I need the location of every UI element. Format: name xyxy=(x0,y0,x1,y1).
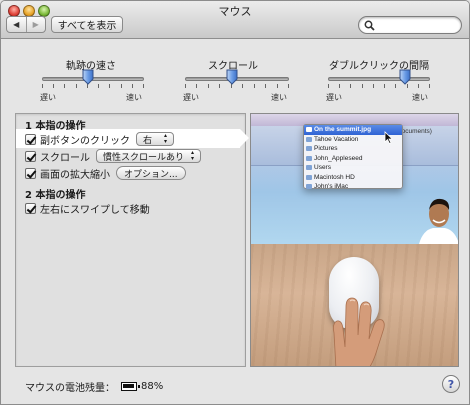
zoom-row: 画面の拡大縮小 オプション... xyxy=(25,165,186,181)
one-finger-heading: 1 本指の操作 xyxy=(25,121,86,132)
scroll-popup[interactable]: 慣性スクロールあり xyxy=(96,149,202,163)
folder-icon xyxy=(306,146,312,151)
zoom-checkbox[interactable] xyxy=(25,167,36,179)
path-menu-item-label: Tahoe Vacation xyxy=(314,135,359,143)
image-file-icon xyxy=(306,127,312,132)
two-finger-heading: 2 本指の操作 xyxy=(25,190,86,201)
nav-segment: ◀ ▶ xyxy=(6,16,46,33)
secondary-click-popup[interactable]: 右 xyxy=(136,132,174,146)
search-input[interactable] xyxy=(377,18,457,32)
secondary-click-label: 副ボタンのクリック xyxy=(40,135,130,147)
zoom-options-button[interactable]: オプション... xyxy=(116,166,186,180)
path-menu-item-label: Macintosh HD xyxy=(314,173,355,181)
path-menu-item-label: John's iMac xyxy=(314,183,349,191)
slider-min-label-1: 遅い xyxy=(40,93,56,102)
swipe-row: 左右にスワイプして移動 xyxy=(25,200,150,216)
folder-icon xyxy=(306,136,312,142)
path-menu-item: Macintosh HD xyxy=(304,173,402,183)
slider-max-label-1: 速い xyxy=(126,93,142,102)
preferences-window: マウス ◀ ▶ すべてを表示 軌跡の速さ 遅い 速い スクロール 遅い 速い ダブルクリック… xyxy=(0,0,470,405)
slider-min-label-3: 遅い xyxy=(326,93,342,102)
help-button[interactable]: ? xyxy=(442,375,460,393)
search-icon xyxy=(364,20,375,31)
secondary-click-row: 副ボタンのクリック 右 xyxy=(25,131,174,147)
home-icon xyxy=(306,155,312,161)
path-menu-item: John_Appleseed xyxy=(304,154,402,164)
scroll-row: スクロール 慣性スクロールあり xyxy=(25,148,202,164)
slider-min-label-2: 遅い xyxy=(183,93,199,102)
path-menu-item: Pictures xyxy=(304,144,402,154)
slider-label-3: ダブルクリックの間隔 xyxy=(329,61,429,72)
slider-thumb-2[interactable] xyxy=(226,69,238,85)
zoom-label: 画面の拡大縮小 xyxy=(40,169,110,181)
slider-max-label-2: 速い xyxy=(271,93,287,102)
slider-track-3[interactable] xyxy=(328,77,430,81)
preview-hand xyxy=(333,297,385,366)
search-field[interactable] xyxy=(358,16,462,34)
scroll-label: スクロール xyxy=(40,152,90,164)
slider-max-label-3: 速い xyxy=(412,93,428,102)
preview-behind-text: documents) xyxy=(398,128,432,135)
path-menu-item-label: Users xyxy=(314,164,331,172)
hard-drive-icon xyxy=(306,174,312,180)
scroll-checkbox[interactable] xyxy=(25,150,36,162)
battery-label: マウスの電池残量： xyxy=(25,383,115,394)
preview-person xyxy=(419,198,458,244)
path-menu-item-label: On the summit.jpg xyxy=(314,126,372,134)
slider-thumb-3[interactable] xyxy=(399,69,411,85)
slider-thumb-1[interactable] xyxy=(82,69,94,85)
swipe-checkbox[interactable] xyxy=(25,202,36,214)
titlebar: マウス ◀ ▶ すべてを表示 xyxy=(1,1,469,39)
path-menu-item: Users xyxy=(304,163,402,173)
selected-row-pointer xyxy=(240,129,249,147)
forward-button[interactable]: ▶ xyxy=(25,17,46,32)
computer-icon xyxy=(306,184,312,189)
slider-ticks-3 xyxy=(328,84,430,88)
pointer-cursor-icon xyxy=(384,131,393,144)
path-menu-item-label: Pictures xyxy=(314,145,338,153)
battery-icon xyxy=(121,382,140,391)
show-all-button[interactable]: すべてを表示 xyxy=(51,16,123,33)
swipe-label: 左右にスワイプして移動 xyxy=(40,204,150,216)
battery-status: マウスの電池残量： 88% xyxy=(25,379,163,394)
folder-icon xyxy=(306,165,312,170)
path-menu-item: John's iMac xyxy=(304,182,402,192)
back-button[interactable]: ◀ xyxy=(7,17,26,32)
gesture-preview-video: documents) On the summit.jpg Tahoe Vacati… xyxy=(250,113,459,367)
secondary-click-checkbox[interactable] xyxy=(25,133,36,145)
path-menu-item-label: John_Appleseed xyxy=(314,154,363,162)
battery-level: 88% xyxy=(141,381,164,392)
